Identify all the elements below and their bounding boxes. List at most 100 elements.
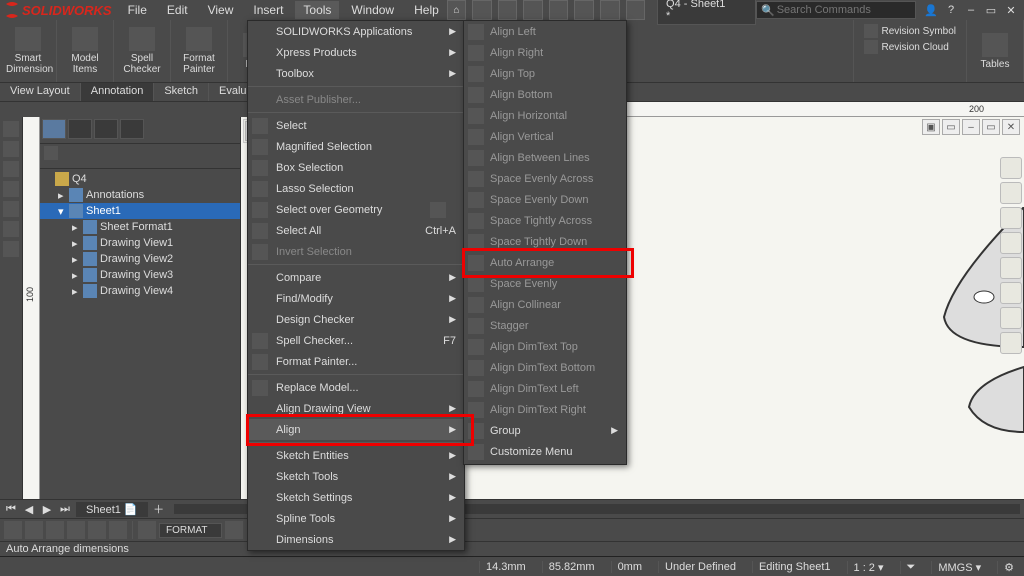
user-icon[interactable]: 👤	[922, 2, 940, 18]
tool-icon[interactable]	[3, 241, 19, 257]
align-item-align-top[interactable]: Align Top	[464, 63, 626, 84]
more-icon[interactable]	[225, 521, 243, 539]
hide-layers-icon[interactable]	[109, 521, 127, 539]
feature-tree-tab[interactable]	[42, 119, 66, 139]
tree-root[interactable]: Q4	[40, 171, 240, 187]
menu-item-magnified-selection[interactable]: Magnified Selection	[248, 136, 464, 157]
align-item-space-evenly[interactable]: Space Evenly	[464, 273, 626, 294]
menu-item-align-drawing-view[interactable]: Align Drawing View▶	[248, 398, 464, 419]
menu-file[interactable]: File	[120, 1, 155, 19]
align-item-space-evenly-across[interactable]: Space Evenly Across	[464, 168, 626, 189]
appearance-icon[interactable]	[1000, 307, 1022, 329]
menu-insert[interactable]: Insert	[245, 1, 291, 19]
menu-item-select-over-geometry[interactable]: Select over Geometry	[248, 199, 464, 220]
new-icon[interactable]	[472, 0, 492, 20]
status-scale[interactable]: 1 : 2 ▾	[847, 561, 890, 574]
minimize-button[interactable]: –	[962, 2, 980, 18]
display-icon[interactable]	[1000, 257, 1022, 279]
menu-item-spline-tools[interactable]: Spline Tools▶	[248, 508, 464, 529]
menu-item-sketch-settings[interactable]: Sketch Settings▶	[248, 487, 464, 508]
doc-minimize-button[interactable]: –	[962, 119, 980, 135]
tool-icon[interactable]	[3, 201, 19, 217]
align-item-space-evenly-down[interactable]: Space Evenly Down	[464, 189, 626, 210]
layers-icon[interactable]	[88, 521, 106, 539]
section-icon[interactable]	[1000, 232, 1022, 254]
config-manager-tab[interactable]	[94, 119, 118, 139]
ribbon-button[interactable]: Smart Dimension	[6, 27, 50, 75]
menu-item-dimensions[interactable]: Dimensions▶	[248, 529, 464, 550]
status-custom[interactable]: ⏷	[900, 561, 922, 574]
tool-icon[interactable]	[3, 141, 19, 157]
prev-sheet-button[interactable]: ◀	[22, 502, 36, 516]
ribbon-tab[interactable]: View Layout	[0, 83, 81, 101]
ribbon-button[interactable]: Format Painter	[177, 27, 221, 75]
save-icon[interactable]	[523, 0, 543, 20]
zoom-area-icon[interactable]	[1000, 182, 1022, 204]
ribbon-small-button[interactable]: Revision Symbol	[864, 24, 956, 38]
hide-show-icon[interactable]	[1000, 282, 1022, 304]
line-style-icon[interactable]	[25, 521, 43, 539]
menu-view[interactable]: View	[200, 1, 242, 19]
menu-item-find-modify[interactable]: Find/Modify▶	[248, 288, 464, 309]
align-item-auto-arrange[interactable]: Auto Arrange	[464, 252, 626, 273]
first-sheet-button[interactable]: ⏮	[4, 502, 18, 516]
menu-item-xpress-products[interactable]: Xpress Products▶	[248, 42, 464, 63]
align-item-align-horizontal[interactable]: Align Horizontal	[464, 105, 626, 126]
line-color-icon[interactable]	[46, 521, 64, 539]
menu-edit[interactable]: Edit	[159, 1, 196, 19]
status-units[interactable]: MMGS ▾	[931, 561, 987, 574]
menu-item-toolbox[interactable]: Toolbox▶	[248, 63, 464, 84]
tool-icon[interactable]	[3, 161, 19, 177]
line-weight-icon[interactable]	[67, 521, 85, 539]
menu-item-lasso-selection[interactable]: Lasso Selection	[248, 178, 464, 199]
settings-icon[interactable]	[626, 0, 646, 20]
align-item-customize-menu[interactable]: Customize Menu	[464, 441, 626, 462]
menu-item-format-painter-[interactable]: Format Painter...	[248, 351, 464, 372]
menu-help[interactable]: Help	[406, 1, 447, 19]
format-icon[interactable]	[138, 521, 156, 539]
menu-item-design-checker[interactable]: Design Checker▶	[248, 309, 464, 330]
align-item-align-vertical[interactable]: Align Vertical	[464, 126, 626, 147]
ribbon-small-button[interactable]: Revision Cloud	[864, 40, 956, 54]
filter-icon[interactable]	[44, 146, 58, 160]
menu-item-replace-model-[interactable]: Replace Model...	[248, 377, 464, 398]
sheet-tab[interactable]: Sheet1 📄	[76, 502, 148, 517]
status-settings-icon[interactable]: ⚙	[997, 561, 1020, 574]
align-item-space-tightly-across[interactable]: Space Tightly Across	[464, 210, 626, 231]
menu-item-compare[interactable]: Compare▶	[248, 267, 464, 288]
tables-button[interactable]: Tables	[973, 33, 1017, 70]
tool-icon[interactable]	[3, 221, 19, 237]
open-icon[interactable]	[498, 0, 518, 20]
menu-item-solidworks-applications[interactable]: SOLIDWORKS Applications▶	[248, 21, 464, 42]
tree-item[interactable]: ▾Sheet1	[40, 203, 240, 219]
tree-item[interactable]: ▸Drawing View4	[40, 283, 240, 299]
doc-restore-button[interactable]: ▭	[942, 119, 960, 135]
align-item-align-right[interactable]: Align Right	[464, 42, 626, 63]
tree-item[interactable]: ▸Drawing View3	[40, 267, 240, 283]
align-item-align-collinear[interactable]: Align Collinear	[464, 294, 626, 315]
align-item-align-dimtext-top[interactable]: Align DimText Top	[464, 336, 626, 357]
tool-icon[interactable]	[3, 121, 19, 137]
print-icon[interactable]	[549, 0, 569, 20]
search-input[interactable]	[775, 3, 911, 17]
align-item-stagger[interactable]: Stagger	[464, 315, 626, 336]
align-item-align-dimtext-bottom[interactable]: Align DimText Bottom	[464, 357, 626, 378]
doc-maximize-button[interactable]: ▭	[982, 119, 1000, 135]
tree-item[interactable]: ▸Sheet Format1	[40, 219, 240, 235]
align-item-space-tightly-down[interactable]: Space Tightly Down	[464, 231, 626, 252]
tool-icon[interactable]	[3, 181, 19, 197]
menu-item-align[interactable]: Align▶	[248, 419, 464, 440]
home-icon[interactable]: ⌂	[447, 0, 467, 20]
close-button[interactable]: ✕	[1002, 2, 1020, 18]
scene-icon[interactable]	[1000, 332, 1022, 354]
next-sheet-button[interactable]: ▶	[40, 502, 54, 516]
zoom-fit-icon[interactable]	[1000, 157, 1022, 179]
options-icon[interactable]	[600, 0, 620, 20]
format-combo[interactable]: FORMAT	[159, 523, 222, 538]
tree-item[interactable]: ▸Drawing View2	[40, 251, 240, 267]
dimxpert-tab[interactable]	[120, 119, 144, 139]
ribbon-button[interactable]: Spell Checker	[120, 27, 164, 75]
ribbon-tab[interactable]: Sketch	[154, 83, 209, 101]
search-commands[interactable]: 🔍	[756, 1, 916, 19]
menu-item-select-all[interactable]: Select AllCtrl+A	[248, 220, 464, 241]
